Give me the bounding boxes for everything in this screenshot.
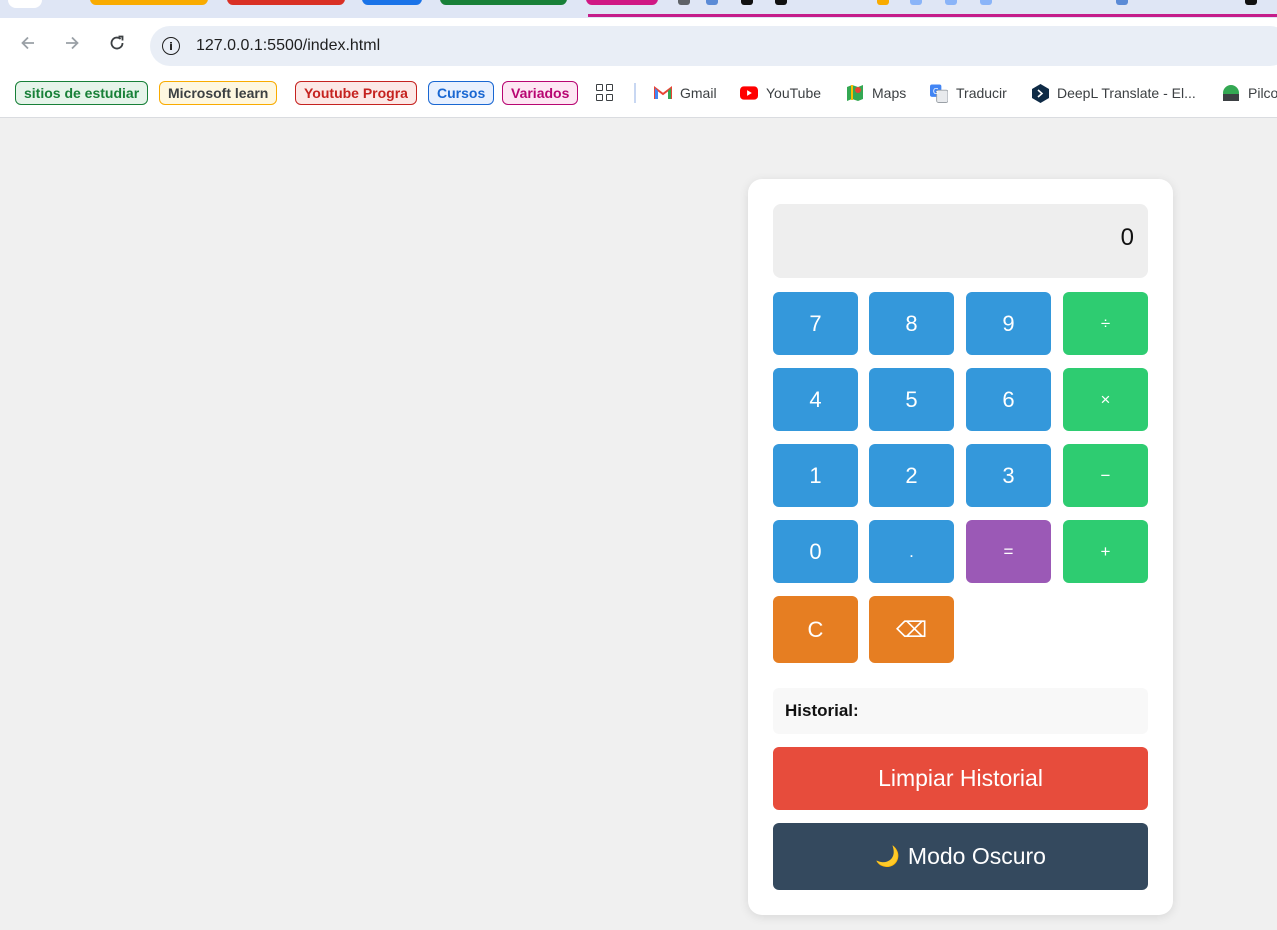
clear-history-button[interactable]: Limpiar Historial: [773, 747, 1148, 810]
history-label: Historial:: [785, 701, 859, 720]
dark-mode-label: Modo Oscuro: [907, 843, 1046, 869]
key-9[interactable]: 9: [966, 292, 1051, 355]
key-2[interactable]: 2: [869, 444, 954, 507]
tab-favicon[interactable]: [980, 0, 992, 5]
gmail-icon: [654, 85, 672, 101]
key-subtract[interactable]: −: [1063, 444, 1148, 507]
clear-button[interactable]: C: [773, 596, 858, 663]
tab-group-orange[interactable]: [90, 0, 208, 5]
bookmark-maps[interactable]: Maps: [846, 83, 906, 103]
tab-favicon[interactable]: [706, 0, 718, 5]
bookmark-group-microsoft[interactable]: Microsoft learn: [159, 81, 278, 105]
bookmark-label: YouTube: [766, 85, 822, 101]
maps-icon: [846, 85, 864, 101]
bookmark-label: Traducir: [956, 85, 1007, 101]
forward-arrow-icon: [66, 36, 79, 50]
bookmark-gmail[interactable]: Gmail: [654, 83, 717, 103]
reload-icon: [110, 35, 124, 50]
bookmark-group-youtube-progra[interactable]: Youtube Progra: [295, 81, 417, 105]
backspace-button[interactable]: ⌫: [869, 596, 954, 663]
key-4[interactable]: 4: [773, 368, 858, 431]
tab-favicon[interactable]: [775, 0, 787, 5]
bookmark-label: Maps: [872, 85, 907, 101]
pilco-icon: [1222, 85, 1240, 101]
active-tab[interactable]: [8, 0, 42, 8]
forward-button[interactable]: [57, 28, 87, 58]
bookmark-pilco[interactable]: Pilco: [1222, 83, 1277, 103]
tab-group-underline: [588, 14, 1277, 17]
apps-grid-icon[interactable]: [596, 84, 614, 102]
back-arrow-icon: [21, 36, 34, 50]
deepl-icon: [1031, 83, 1049, 103]
translate-icon: G: [930, 84, 948, 103]
tab-favicon[interactable]: [1116, 0, 1128, 5]
key-divide[interactable]: ÷: [1063, 292, 1148, 355]
tab-group-pink[interactable]: [586, 0, 658, 5]
key-add[interactable]: +: [1063, 520, 1148, 583]
key-7[interactable]: 7: [773, 292, 858, 355]
tab-favicon[interactable]: [678, 0, 690, 5]
bookmark-group-variados[interactable]: Variados: [502, 81, 579, 105]
bookmark-label: DeepL Translate - El...: [1057, 85, 1196, 101]
calculator-panel: 0 7 8 9 ÷ 4 5 6 × 1 2 3 − 0 . = + C ⌫ Hi…: [748, 179, 1173, 915]
key-8[interactable]: 8: [869, 292, 954, 355]
tab-group-red[interactable]: [227, 0, 345, 5]
key-5[interactable]: 5: [869, 368, 954, 431]
tab-favicon[interactable]: [910, 0, 922, 5]
site-info-icon[interactable]: i: [162, 37, 180, 55]
calculator-display: 0: [773, 204, 1148, 278]
tab-favicon[interactable]: [741, 0, 753, 5]
svg-text:G: G: [933, 86, 939, 95]
history-panel: Historial:: [773, 688, 1148, 734]
key-0[interactable]: 0: [773, 520, 858, 583]
bookmark-label: Gmail: [680, 85, 717, 101]
tab-favicon[interactable]: [945, 0, 957, 5]
bookmarks-bar: sitios de estudiar Microsoft learn Youtu…: [0, 68, 1277, 118]
moon-icon: 🌙: [875, 846, 900, 868]
back-button[interactable]: [13, 28, 43, 58]
tab-favicon[interactable]: [877, 0, 889, 5]
key-1[interactable]: 1: [773, 444, 858, 507]
key-3[interactable]: 3: [966, 444, 1051, 507]
key-6[interactable]: 6: [966, 368, 1051, 431]
reload-button[interactable]: [102, 28, 132, 58]
tab-group-blue[interactable]: [362, 0, 422, 5]
tab-group-green[interactable]: [440, 0, 567, 5]
bookmark-deepl[interactable]: DeepL Translate - El...: [1031, 83, 1196, 103]
bookmark-youtube[interactable]: YouTube: [740, 83, 821, 103]
key-equals[interactable]: =: [966, 520, 1051, 583]
key-multiply[interactable]: ×: [1063, 368, 1148, 431]
bookmarks-separator: [634, 83, 636, 103]
youtube-icon: [740, 85, 758, 101]
key-decimal[interactable]: .: [869, 520, 954, 583]
address-bar[interactable]: i 127.0.0.1:5500/index.html: [150, 26, 1277, 66]
tab-favicon[interactable]: [1245, 0, 1257, 5]
bookmark-label: Pilco: [1248, 85, 1277, 101]
url-text[interactable]: 127.0.0.1:5500/index.html: [196, 37, 380, 55]
tab-strip: [0, 0, 1277, 18]
bookmark-traducir[interactable]: G Traducir: [930, 83, 1007, 103]
bookmark-group-sitios[interactable]: sitios de estudiar: [15, 81, 149, 105]
bookmark-group-cursos[interactable]: Cursos: [428, 81, 495, 105]
dark-mode-button[interactable]: 🌙 Modo Oscuro: [773, 823, 1148, 890]
browser-toolbar: i 127.0.0.1:5500/index.html: [0, 18, 1277, 68]
